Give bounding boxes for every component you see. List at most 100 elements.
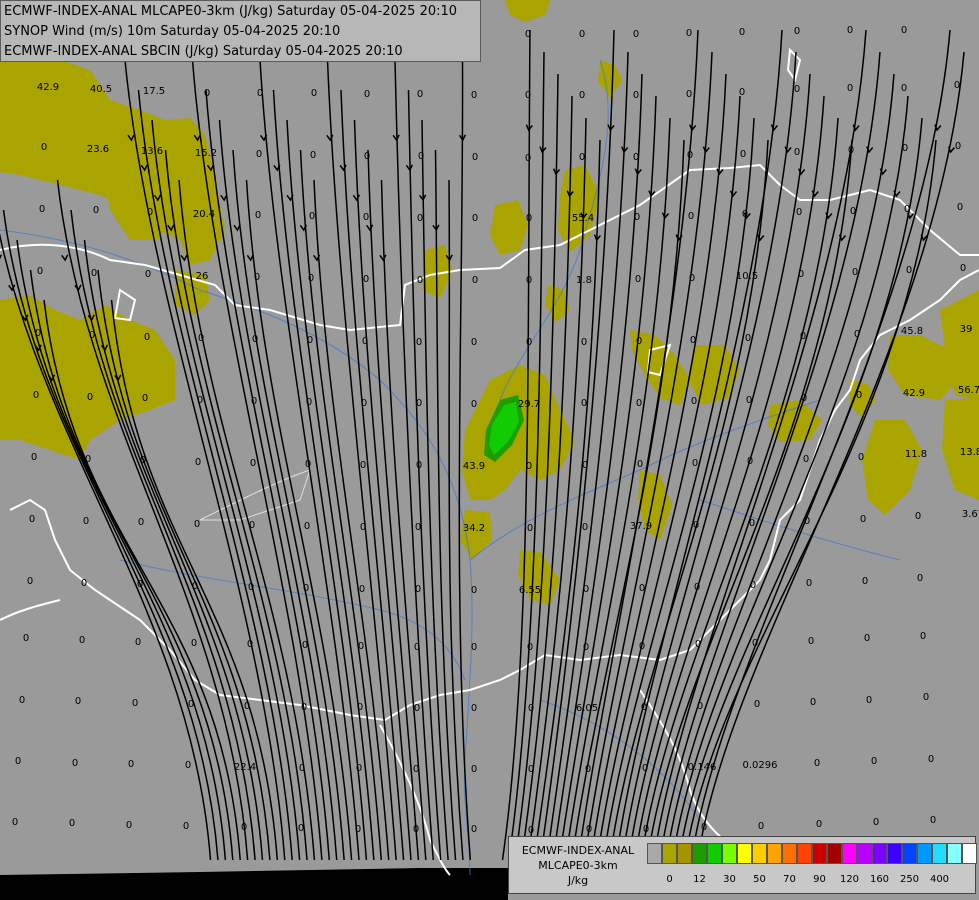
map-value-label: 0 xyxy=(35,328,41,339)
legend-swatch xyxy=(962,843,977,864)
map-value-label: 0 xyxy=(417,213,423,224)
map-value-label: 0 xyxy=(249,520,255,531)
map-value-label: 0 xyxy=(693,520,699,531)
map-value-label: 0 xyxy=(794,26,800,37)
legend-swatch xyxy=(872,843,887,864)
map-value-label: 0 xyxy=(806,578,812,589)
map-value-label: 0 xyxy=(804,516,810,527)
map-value-label: 0 xyxy=(27,576,33,587)
map-value-label: 0 xyxy=(355,824,361,835)
map-value-label: 0 xyxy=(75,696,81,707)
nodata-band xyxy=(0,868,508,900)
map-value-label: 0 xyxy=(302,640,308,651)
map-value-label: 0 xyxy=(850,206,856,217)
map-value-label: 0 xyxy=(417,89,423,100)
map-value-label: 0 xyxy=(363,274,369,285)
map-value-label: 0 xyxy=(873,817,879,828)
map-value-label: 0 xyxy=(917,573,923,584)
legend-unit: J/kg xyxy=(567,874,589,887)
map-value-label: 0 xyxy=(195,457,201,468)
map-value-label: 0 xyxy=(15,756,21,767)
map-value-label: 0 xyxy=(250,458,256,469)
legend-tick-label: 120 xyxy=(839,874,860,885)
map-value-label: 0 xyxy=(687,150,693,161)
map-value-label: 42.9 xyxy=(903,388,925,399)
map-value-label: 0 xyxy=(362,336,368,347)
map-value-label: 0 xyxy=(686,89,692,100)
map-value-label: 0 xyxy=(960,263,966,274)
map-value-label: 0 xyxy=(256,149,262,160)
map-value-label: 0 xyxy=(860,514,866,525)
map-value-label: 0 xyxy=(901,25,907,36)
map-value-label: 0 xyxy=(923,692,929,703)
map-value-label: 0 xyxy=(364,89,370,100)
map-value-label: 0 xyxy=(808,636,814,647)
map-value-label: 0 xyxy=(928,754,934,765)
map-value-label: 0 xyxy=(583,642,589,653)
map-value-label: 0 xyxy=(29,514,35,525)
map-value-label: 0 xyxy=(688,211,694,222)
map-value-label: 0 xyxy=(89,330,95,341)
map-value-label: 0 xyxy=(247,639,253,650)
map-value-label: 0 xyxy=(19,695,25,706)
map-value-label: 0 xyxy=(862,576,868,587)
map-value-label: 0 xyxy=(306,397,312,408)
map-value-label: 0 xyxy=(633,29,639,40)
map-value-label: 0 xyxy=(471,399,477,410)
map-value-label: 0 xyxy=(858,452,864,463)
map-value-label: 0 xyxy=(579,152,585,163)
map-value-label: 0 xyxy=(955,141,961,152)
map-value-label: 56.7 xyxy=(958,385,979,396)
streamline-arrow xyxy=(74,284,82,292)
map-value-label: 0 xyxy=(361,398,367,409)
map-value-label: 0 xyxy=(854,329,860,340)
legend-tick-label: 160 xyxy=(869,874,890,885)
streamline-arrow xyxy=(392,134,400,142)
map-value-label: 0 xyxy=(585,764,591,775)
streamline xyxy=(340,89,405,861)
weather-map: 42.9 40.5 17.5 0 0 0 0 0 0 0 0 0 0 0 0 0 0 0 0 0 0 0 0 0 0 0 0 23.6… xyxy=(0,0,979,900)
map-value-label: 0 xyxy=(204,88,210,99)
map-value-label: 0 xyxy=(414,703,420,714)
legend-swatch xyxy=(737,843,752,864)
map-value-label: 0 xyxy=(413,764,419,775)
map-value-label: 0 xyxy=(31,452,37,463)
map-value-label: 0 xyxy=(137,579,143,590)
map-canvas: 42.9 40.5 17.5 0 0 0 0 0 0 0 0 0 0 0 0 0 0 0 0 0 0 0 0 0 0 0 0 23.6… xyxy=(0,0,979,900)
map-value-label: 0 xyxy=(639,583,645,594)
map-value-label: 0 xyxy=(416,398,422,409)
map-value-label: 0 xyxy=(526,337,532,348)
map-value-label: 0 xyxy=(528,825,534,836)
map-value-label: 0 xyxy=(244,701,250,712)
map-value-label: 0 xyxy=(637,459,643,470)
map-value-label: 0 xyxy=(308,273,314,284)
map-value-label: 0 xyxy=(848,145,854,156)
map-value-label: 0 xyxy=(579,29,585,40)
map-value-label: 0 xyxy=(360,522,366,533)
map-value-label: 13.8 xyxy=(960,447,979,458)
map-value-label: 0 xyxy=(415,584,421,595)
map-value-label: 0 xyxy=(954,80,960,91)
map-value-label: 0 xyxy=(641,702,647,713)
streamline-arrow xyxy=(61,254,69,262)
map-value-label: 0 xyxy=(472,152,478,163)
map-value-label: 0 xyxy=(360,460,366,471)
map-value-label: 0 xyxy=(356,763,362,774)
map-value-label: 0 xyxy=(746,395,752,406)
title-line-sbcin: ECMWF-INDEX-ANAL SBCIN (J/kg) Saturday 0… xyxy=(4,44,403,59)
map-value-label: 0 xyxy=(758,821,764,832)
map-value-label: 0 xyxy=(528,764,534,775)
map-value-label: 43.9 xyxy=(463,461,485,472)
legend-swatch xyxy=(647,843,662,864)
map-value-label: 0 xyxy=(864,633,870,644)
map-value-label: 0 xyxy=(309,211,315,222)
map-value-label: 55.4 xyxy=(572,213,594,224)
map-value-label: 0 xyxy=(582,522,588,533)
map-value-label: 0 xyxy=(697,701,703,712)
map-value-label: 0 xyxy=(72,758,78,769)
map-value-label: 0 xyxy=(636,336,642,347)
map-value-label: 0 xyxy=(579,90,585,101)
map-value-label: 0 xyxy=(690,335,696,346)
map-value-label: 0 xyxy=(526,461,532,472)
map-value-label: 0 xyxy=(749,518,755,529)
